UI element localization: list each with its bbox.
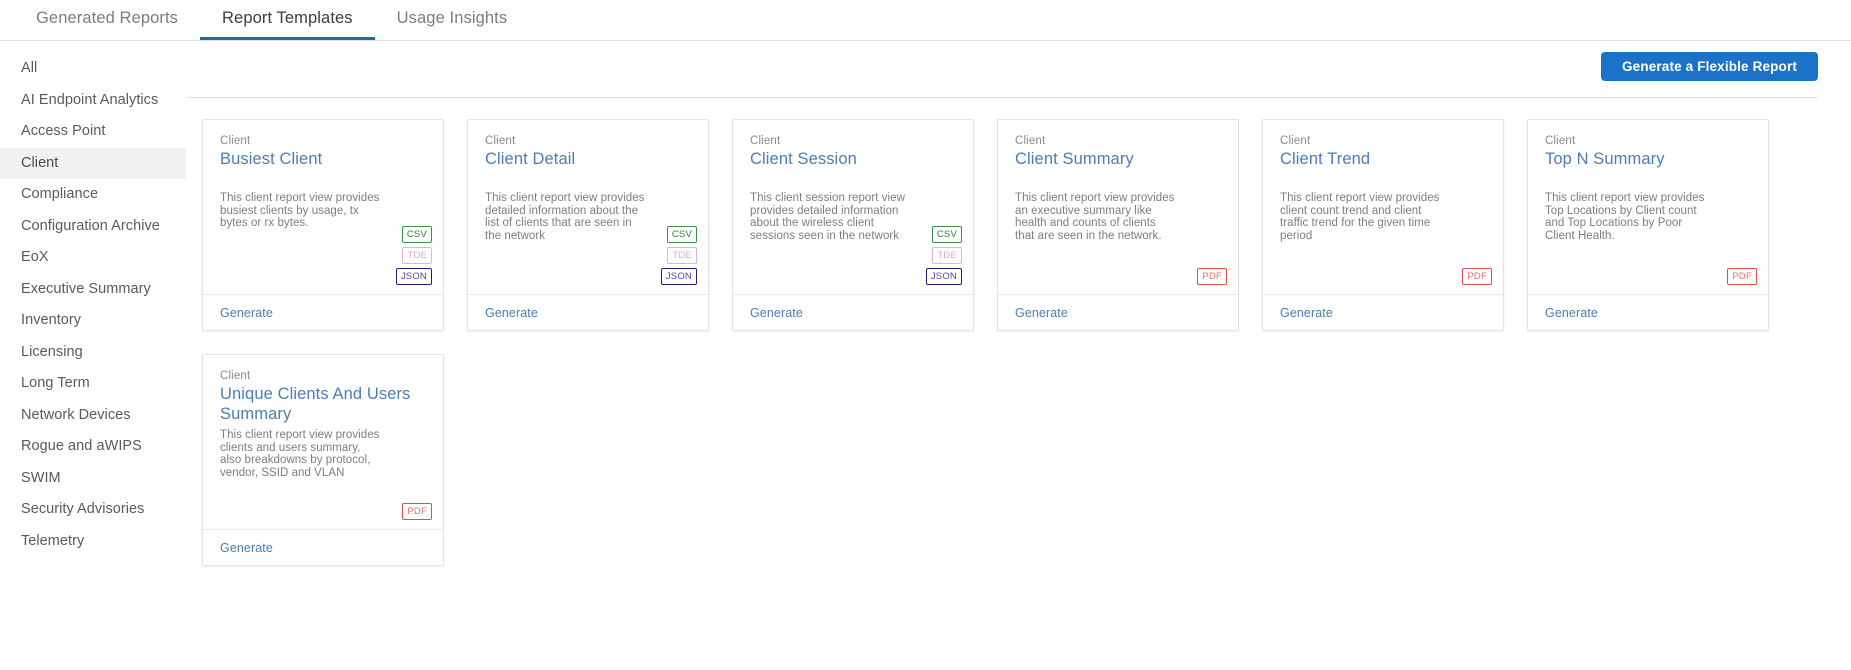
report-template-card[interactable]: Client Client Detail This client report vi… <box>467 119 709 331</box>
sidebar-item-inventory[interactable]: Inventory <box>0 305 186 337</box>
card-footer: Generate <box>203 294 443 330</box>
format-badge-json[interactable]: JSON <box>925 268 962 285</box>
report-template-card[interactable]: Client Busiest Client This client report v… <box>202 119 444 331</box>
format-badge-tde[interactable]: TDE <box>667 247 697 264</box>
format-badge-pdf[interactable]: PDF <box>402 503 432 520</box>
generate-link[interactable]: Generate <box>485 306 538 320</box>
format-badge-tde[interactable]: TDE <box>932 247 962 264</box>
tab-usage-insights[interactable]: Usage Insights <box>375 0 530 40</box>
sidebar-item-telemetry[interactable]: Telemetry <box>0 526 186 558</box>
card-footer: Generate <box>1263 294 1503 330</box>
format-badge-csv[interactable]: CSV <box>401 226 432 243</box>
sidebar-item-compliance[interactable]: Compliance <box>0 179 186 211</box>
main-content: Generate a Flexible Report Client Busiest… <box>186 41 1851 670</box>
generate-link[interactable]: Generate <box>220 306 273 320</box>
sidebar-item-swim[interactable]: SWIM <box>0 463 186 495</box>
report-template-card[interactable]: Client Client Session This client session … <box>732 119 974 331</box>
format-badge-group: PDF <box>1462 268 1492 285</box>
card-footer: Generate <box>203 529 443 565</box>
sidebar-item-ai-endpoint-analytics[interactable]: AI Endpoint Analytics <box>0 85 186 117</box>
card-title[interactable]: Top N Summary <box>1545 149 1751 169</box>
card-footer: Generate <box>733 294 973 330</box>
format-badge-csv[interactable]: CSV <box>931 226 962 243</box>
card-footer: Generate <box>468 294 708 330</box>
card-title[interactable]: Client Session <box>750 149 956 169</box>
card-description: This client report view provides Top Loc… <box>1545 192 1705 242</box>
report-template-card[interactable]: Client Client Trend This client report vie… <box>1262 119 1504 331</box>
sidebar-item-executive-summary[interactable]: Executive Summary <box>0 274 186 306</box>
format-badge-group: CSV TDE JSON <box>660 226 697 285</box>
generate-link[interactable]: Generate <box>1545 306 1598 320</box>
card-description: This client report view provides an exec… <box>1015 192 1175 242</box>
format-badge-csv[interactable]: CSV <box>666 226 697 243</box>
sidebar-item-access-point[interactable]: Access Point <box>0 116 186 148</box>
sidebar-item-security-advisories[interactable]: Security Advisories <box>0 494 186 526</box>
sidebar-item-licensing[interactable]: Licensing <box>0 337 186 369</box>
card-category-label: Client <box>1280 135 1311 147</box>
report-template-card[interactable]: Client Unique Clients And Users Summary Th… <box>202 354 444 566</box>
card-body: Client Top N Summary This client report vi… <box>1528 120 1768 294</box>
format-badge-group: CSV TDE JSON <box>395 226 432 285</box>
format-badge-group: CSV TDE JSON <box>925 226 962 285</box>
card-title[interactable]: Unique Clients And Users Summary <box>220 384 426 424</box>
card-title[interactable]: Busiest Client <box>220 149 426 169</box>
report-template-card[interactable]: Client Client Summary This client report v… <box>997 119 1239 331</box>
format-badge-group: PDF <box>402 503 432 520</box>
generate-link[interactable]: Generate <box>220 541 273 555</box>
card-body: Client Unique Clients And Users Summary Th… <box>203 355 443 529</box>
sidebar-item-eox[interactable]: EoX <box>0 242 186 274</box>
card-category-label: Client <box>485 135 516 147</box>
generate-link[interactable]: Generate <box>1015 306 1068 320</box>
sidebar-item-long-term[interactable]: Long Term <box>0 368 186 400</box>
format-badge-tde[interactable]: TDE <box>402 247 432 264</box>
card-description: This client report view provides client … <box>1280 192 1440 242</box>
sidebar-item-client[interactable]: Client <box>0 147 186 179</box>
generate-flexible-report-button[interactable]: Generate a Flexible Report <box>1601 52 1818 81</box>
template-card-grid: Client Busiest Client This client report v… <box>202 119 1851 589</box>
card-footer: Generate <box>1528 294 1768 330</box>
format-badge-json[interactable]: JSON <box>660 268 697 285</box>
card-title[interactable]: Client Detail <box>485 149 691 169</box>
card-body: Client Client Trend This client report vie… <box>1263 120 1503 294</box>
card-body: Client Client Session This client session … <box>733 120 973 294</box>
toolbar: Generate a Flexible Report <box>186 41 1851 98</box>
report-templates-page: Generated Reports Report Templates Usage I… <box>0 0 1851 670</box>
card-title[interactable]: Client Trend <box>1280 149 1486 169</box>
format-badge-group: PDF <box>1197 268 1227 285</box>
format-badge-pdf[interactable]: PDF <box>1197 268 1227 285</box>
card-body: Client Client Detail This client report vi… <box>468 120 708 294</box>
card-description: This client session report view provides… <box>750 192 905 242</box>
card-title[interactable]: Client Summary <box>1015 149 1221 169</box>
card-description: This client report view provides busiest… <box>220 192 380 230</box>
format-badge-pdf[interactable]: PDF <box>1727 268 1757 285</box>
format-badge-pdf[interactable]: PDF <box>1462 268 1492 285</box>
card-category-label: Client <box>750 135 781 147</box>
generate-link[interactable]: Generate <box>1280 306 1333 320</box>
sidebar-item-network-devices[interactable]: Network Devices <box>0 400 186 432</box>
card-body: Client Busiest Client This client report v… <box>203 120 443 294</box>
card-category-label: Client <box>220 135 251 147</box>
card-category-label: Client <box>1015 135 1046 147</box>
card-body: Client Client Summary This client report v… <box>998 120 1238 294</box>
tab-report-templates[interactable]: Report Templates <box>200 0 375 40</box>
sidebar-item-rogue-and-awips[interactable]: Rogue and aWIPS <box>0 431 186 463</box>
sidebar-item-configuration-archive[interactable]: Configuration Archive <box>0 211 186 243</box>
format-badge-json[interactable]: JSON <box>395 268 432 285</box>
card-description: This client report view provides detaile… <box>485 192 645 242</box>
card-description: This client report view provides clients… <box>220 429 380 479</box>
top-tab-bar: Generated Reports Report Templates Usage I… <box>0 0 1851 41</box>
format-badge-group: PDF <box>1727 268 1757 285</box>
card-footer: Generate <box>998 294 1238 330</box>
sidebar-item-all[interactable]: All <box>0 53 186 85</box>
card-category-label: Client <box>1545 135 1576 147</box>
report-template-card[interactable]: Client Top N Summary This client report vi… <box>1527 119 1769 331</box>
category-sidebar: All AI Endpoint Analytics Access Point Clie… <box>0 41 186 670</box>
tab-generated-reports[interactable]: Generated Reports <box>14 0 200 40</box>
toolbar-divider <box>186 97 1818 98</box>
card-category-label: Client <box>220 370 251 382</box>
generate-link[interactable]: Generate <box>750 306 803 320</box>
